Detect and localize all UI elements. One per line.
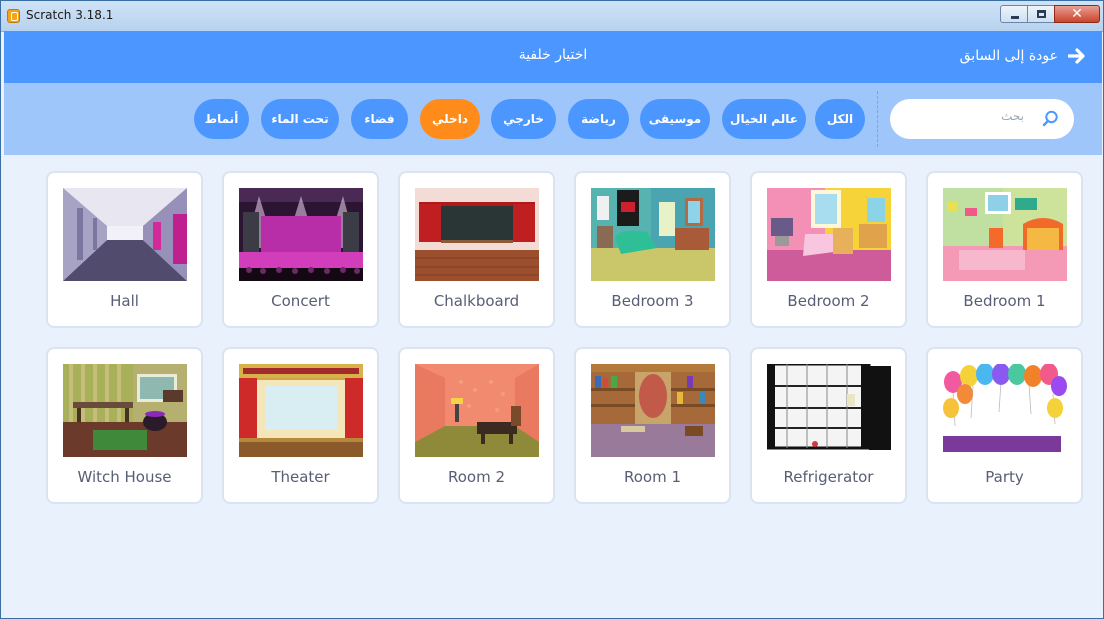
backdrop-card-witch-house[interactable]: Witch House bbox=[46, 347, 203, 504]
witch-house-thumbnail bbox=[63, 364, 187, 457]
backdrop-card-concert[interactable]: Concert bbox=[222, 171, 379, 328]
tag-music[interactable]: موسيقى bbox=[640, 99, 710, 139]
tag-underwater[interactable]: تحت الماء bbox=[261, 99, 339, 139]
backdrop-name: Concert bbox=[271, 292, 330, 310]
filter-bar: الكل عالم الخيال موسيقى رياضة خارجي داخل… bbox=[4, 83, 1102, 155]
library-header: اختيار خلفية عودة إلى السابق bbox=[4, 31, 1102, 83]
backdrop-name: Hall bbox=[110, 292, 139, 310]
tag-fantasy[interactable]: عالم الخيال bbox=[722, 99, 806, 139]
room-2-thumbnail bbox=[415, 364, 539, 457]
chalkboard-thumbnail bbox=[415, 188, 539, 281]
page-title: اختيار خلفية bbox=[518, 47, 588, 63]
tag-outdoors[interactable]: خارجي bbox=[491, 99, 556, 139]
tag-patterns[interactable]: أنماط bbox=[194, 99, 249, 139]
minimize-button[interactable] bbox=[1000, 5, 1028, 23]
refrigerator-thumbnail bbox=[767, 364, 891, 457]
theater-thumbnail bbox=[239, 364, 363, 457]
backdrop-card-bedroom-1[interactable]: Bedroom 1 bbox=[926, 171, 1083, 328]
tag-all[interactable]: الكل bbox=[815, 99, 865, 139]
maximize-button[interactable] bbox=[1027, 5, 1055, 23]
filter-divider bbox=[877, 91, 878, 147]
close-button[interactable]: ✕ bbox=[1054, 5, 1100, 23]
backdrop-card-refrigerator[interactable]: Refrigerator bbox=[750, 347, 907, 504]
backdrop-name: Room 2 bbox=[447, 468, 506, 486]
title-bar[interactable]: Scratch 3.18.1 ✕ bbox=[1, 1, 1103, 32]
backdrop-name: Party bbox=[985, 468, 1024, 486]
backdrop-name: Chalkboard bbox=[433, 292, 520, 310]
arrow-right-icon bbox=[1068, 48, 1085, 64]
tag-sports[interactable]: رياضة bbox=[568, 99, 629, 139]
bedroom-2-thumbnail bbox=[767, 188, 891, 281]
tag-space[interactable]: فضاء bbox=[351, 99, 408, 139]
backdrop-name: Theater bbox=[271, 468, 330, 486]
maximize-icon bbox=[1037, 10, 1046, 18]
backdrop-card-hall[interactable]: Hall bbox=[46, 171, 203, 328]
backdrop-name: Bedroom 3 bbox=[611, 292, 694, 310]
concert-thumbnail bbox=[239, 188, 363, 281]
search-icon bbox=[1042, 110, 1058, 127]
backdrop-card-chalkboard[interactable]: Chalkboard bbox=[398, 171, 555, 328]
party-thumbnail bbox=[943, 364, 1067, 457]
bedroom-1-thumbnail bbox=[943, 188, 1067, 281]
backdrop-card-bedroom-2[interactable]: Bedroom 2 bbox=[750, 171, 907, 328]
backdrop-card-room-2[interactable]: Room 2 bbox=[398, 347, 555, 504]
scratch-app-icon bbox=[7, 9, 20, 23]
backdrop-name: Bedroom 1 bbox=[963, 292, 1046, 310]
tag-indoors[interactable]: داخلي bbox=[420, 99, 480, 139]
backdrop-name: Witch House bbox=[77, 468, 172, 486]
search-input[interactable] bbox=[902, 108, 1026, 124]
bedroom-3-thumbnail bbox=[591, 188, 715, 281]
app-window: Scratch 3.18.1 ✕ اختيار خلفية عودة إلى ا… bbox=[0, 0, 1104, 619]
backdrop-card-bedroom-3[interactable]: Bedroom 3 bbox=[574, 171, 731, 328]
window-title: Scratch 3.18.1 bbox=[26, 8, 114, 22]
backdrop-name: Bedroom 2 bbox=[787, 292, 870, 310]
close-icon: ✕ bbox=[1071, 6, 1083, 22]
backdrop-name: Refrigerator bbox=[783, 468, 874, 486]
back-label: عودة إلى السابق bbox=[959, 48, 1058, 64]
backdrop-name: Room 1 bbox=[623, 468, 682, 486]
back-button[interactable]: عودة إلى السابق bbox=[960, 48, 1086, 64]
backdrop-card-theater[interactable]: Theater bbox=[222, 347, 379, 504]
minimize-icon bbox=[1011, 16, 1019, 19]
backdrop-card-party[interactable]: Party bbox=[926, 347, 1083, 504]
search-box[interactable] bbox=[890, 99, 1074, 139]
backdrop-card-room-1[interactable]: Room 1 bbox=[574, 347, 731, 504]
hall-thumbnail bbox=[63, 188, 187, 281]
room-1-thumbnail bbox=[591, 364, 715, 457]
